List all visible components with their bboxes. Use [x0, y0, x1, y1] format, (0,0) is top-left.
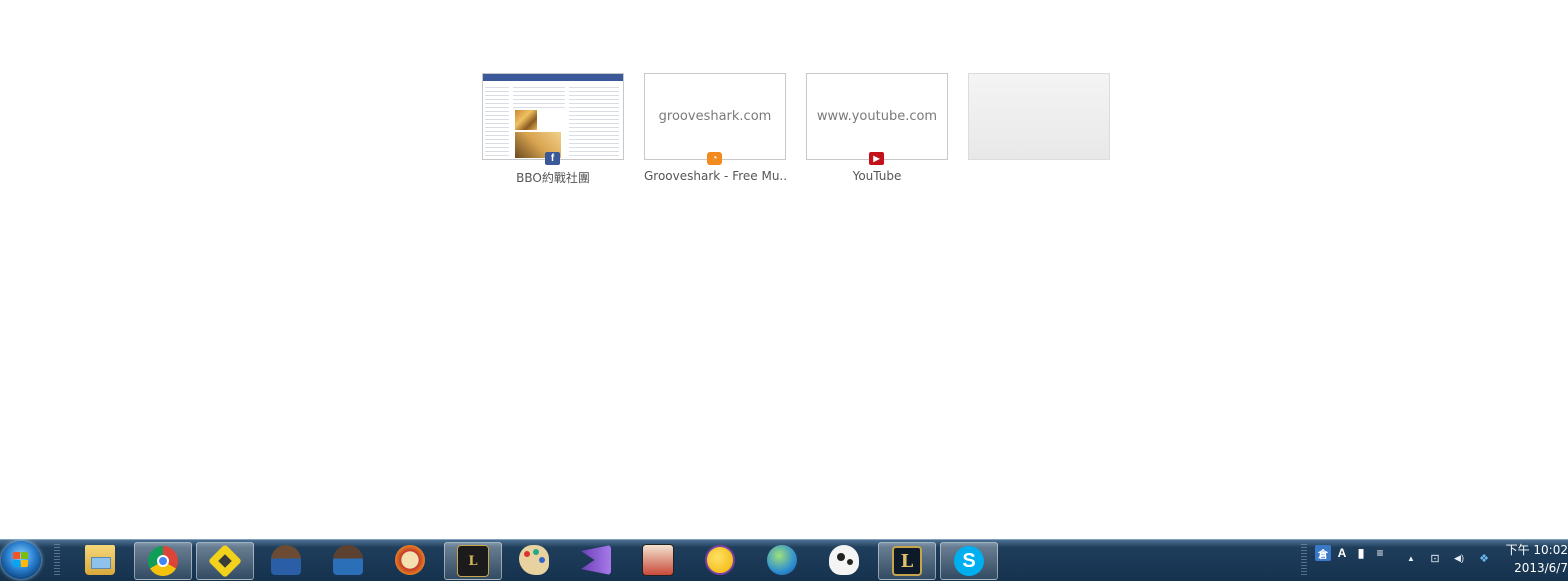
basketball-player-2-icon[interactable] [320, 542, 376, 578]
tile-placeholder [968, 73, 1110, 160]
windows-start-icon[interactable] [1, 541, 41, 579]
full-half-width-icon[interactable]: ▮ [1353, 545, 1369, 561]
yahoo-messenger-icon[interactable] [692, 542, 748, 578]
input-mode-icon[interactable]: A [1334, 545, 1350, 561]
volume-icon[interactable]: ◀) [1452, 551, 1466, 565]
ime-icon[interactable]: 倉 [1315, 545, 1331, 561]
league-of-legends-icon[interactable]: L [878, 542, 936, 580]
most-visited-tile-grooveshark[interactable]: grooveshark.com ◔ Grooveshark - Free Mu.… [644, 73, 786, 193]
paint-palette-icon[interactable] [506, 542, 562, 578]
skype-icon[interactable]: S [940, 542, 998, 580]
network-icon[interactable]: ⊡ [1428, 551, 1442, 565]
tray-grip [1301, 544, 1307, 576]
lol-launcher-icon[interactable]: L [444, 542, 502, 580]
fb-header-bar [483, 74, 623, 81]
system-clock[interactable]: 下午 10:02 2013/6/7 [1500, 541, 1568, 577]
fb-photo [515, 110, 537, 130]
facebook-icon: f [545, 152, 560, 165]
explorer-icon[interactable] [72, 542, 128, 578]
fb-left-column [485, 84, 509, 156]
anime-game-icon[interactable] [630, 542, 686, 578]
visual-studio-icon[interactable] [568, 542, 624, 578]
fb-post-area [513, 84, 565, 108]
tile-thumbnail[interactable] [482, 73, 624, 160]
yellow-app-icon[interactable] [196, 542, 254, 580]
most-visited-tile-youtube[interactable]: www.youtube.com ▶ YouTube [806, 73, 948, 193]
most-visited-tile-facebook[interactable]: f BBO約戰社團 [482, 73, 624, 193]
clock-date: 2013/6/7 [1514, 561, 1568, 575]
tile-title[interactable]: YouTube [806, 169, 948, 183]
taskbar-grip [54, 544, 60, 576]
grooveshark-icon: ◔ [707, 152, 722, 165]
tile-thumbnail[interactable]: grooveshark.com [644, 73, 786, 160]
show-hidden-icons-icon[interactable]: ▲ [1404, 551, 1418, 565]
clock-game-icon[interactable] [382, 542, 438, 578]
dropbox-icon[interactable]: ❖ [1477, 551, 1491, 565]
basketball-player-icon[interactable] [258, 542, 314, 578]
fb-right-column [569, 84, 619, 156]
tile-domain: www.youtube.com [816, 109, 938, 124]
tile-thumbnail[interactable]: www.youtube.com [806, 73, 948, 160]
tile-domain: grooveshark.com [658, 109, 772, 124]
windows-flag-icon [13, 552, 29, 568]
chrome-icon[interactable] [134, 542, 192, 580]
network-globe-icon[interactable] [754, 542, 810, 578]
cow-icon[interactable] [816, 542, 872, 578]
language-bar: 倉 A ▮ ≡ [1315, 545, 1388, 561]
tile-title[interactable]: Grooveshark - Free Mu... [644, 169, 786, 183]
ime-options-icon[interactable]: ≡ [1372, 545, 1388, 561]
most-visited-tile-empty [968, 73, 1110, 193]
tile-title[interactable]: BBO約戰社團 [482, 169, 624, 186]
clock-time: 下午 10:02 [1505, 543, 1568, 557]
youtube-icon: ▶ [869, 152, 884, 165]
